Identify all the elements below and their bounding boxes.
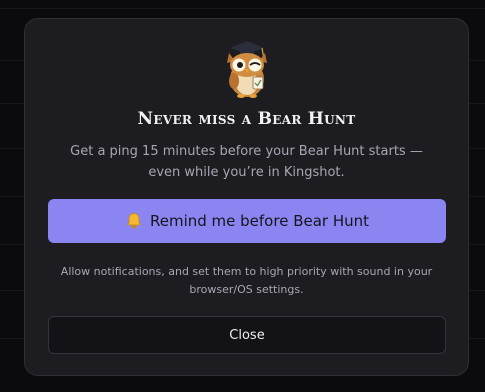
dialog-subtitle: Get a ping 15 minutes before your Bear H… [70,144,423,180]
notification-dialog: Never miss a Bear Hunt Get a ping 15 min… [24,18,469,376]
owl-mascot-icon [227,41,267,98]
remind-button[interactable]: Remind me before Bear Hunt [48,199,446,243]
dialog-title: Never miss a Bear Hunt [137,109,356,129]
backdrop-divider [0,8,485,9]
notification-hint: Allow notifications, and set them to hig… [60,265,433,296]
bell-icon [126,212,142,229]
remind-button-label: Remind me before Bear Hunt [149,212,370,230]
close-button[interactable]: Close [48,316,446,354]
